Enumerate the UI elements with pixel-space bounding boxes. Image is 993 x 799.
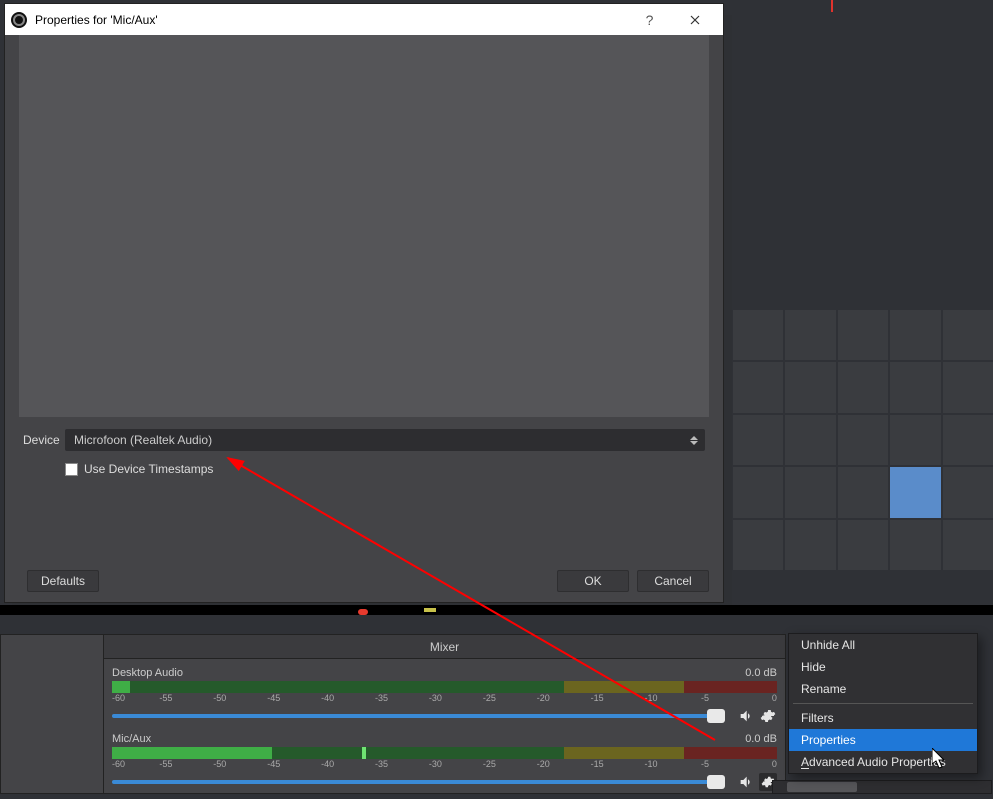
source-preview-area [19, 35, 709, 417]
channel-level: 0.0 dB [745, 733, 777, 745]
mixer-panel-title: Mixer [104, 635, 785, 659]
volume-slider[interactable] [112, 780, 725, 784]
cancel-button[interactable]: Cancel [637, 570, 709, 592]
device-select-value: Microfoon (Realtek Audio) [74, 433, 212, 447]
use-timestamps-checkbox[interactable] [65, 463, 78, 476]
device-select[interactable]: Microfoon (Realtek Audio) [65, 429, 705, 451]
ok-button[interactable]: OK [557, 570, 629, 592]
channel-context-menu: Unhide All Hide Rename Filters Propertie… [788, 633, 978, 774]
channel-name: Desktop Audio [112, 667, 183, 679]
background-thumbnail-grid [733, 310, 993, 570]
dialog-titlebar[interactable]: Properties for 'Mic/Aux' ? [5, 4, 723, 35]
timeline-clip-accent [424, 608, 436, 612]
dialog-close-button[interactable] [672, 4, 717, 35]
dialog-help-button[interactable]: ? [627, 4, 672, 35]
speaker-icon[interactable] [737, 773, 755, 791]
meter-ticks: -60-55-50-45-40-35-30-25-20-15-10-50 [112, 759, 777, 771]
volume-slider[interactable] [112, 714, 725, 718]
menu-hide[interactable]: Hide [789, 656, 977, 678]
select-spinner-icon [686, 431, 702, 449]
gear-icon[interactable] [759, 707, 777, 725]
scrollbar-thumb[interactable] [787, 782, 857, 792]
menu-advanced-audio[interactable]: Advanced Audio Properties [789, 751, 977, 773]
channel-meter [112, 747, 777, 759]
slider-thumb[interactable] [707, 709, 725, 723]
timeline-playhead [831, 0, 833, 12]
defaults-button[interactable]: Defaults [27, 570, 99, 592]
mixer-channel: Mic/Aux 0.0 dB -60-55-50-45-40-35-30-25-… [112, 733, 777, 791]
menu-unhide-all[interactable]: Unhide All [789, 634, 977, 656]
channel-level: 0.0 dB [745, 667, 777, 679]
channel-meter [112, 681, 777, 693]
mixer-channel: Desktop Audio 0.0 dB -60-55-50-45-40-35-… [112, 667, 777, 725]
channel-name: Mic/Aux [112, 733, 151, 745]
timeline-strip [0, 605, 993, 615]
menu-separator [793, 703, 973, 704]
dialog-title: Properties for 'Mic/Aux' [35, 13, 627, 27]
menu-filters[interactable]: Filters [789, 707, 977, 729]
menu-properties[interactable]: Properties [789, 729, 977, 751]
panel-placeholder [0, 634, 103, 794]
use-timestamps-label: Use Device Timestamps [84, 462, 213, 476]
menu-rename[interactable]: Rename [789, 678, 977, 700]
speaker-icon[interactable] [737, 707, 755, 725]
horizontal-scrollbar[interactable] [772, 780, 992, 794]
device-label: Device [23, 433, 65, 447]
meter-ticks: -60-55-50-45-40-35-30-25-20-15-10-50 [112, 693, 777, 705]
obs-app-icon [11, 12, 27, 28]
properties-dialog: Properties for 'Mic/Aux' ? Device Microf… [4, 3, 724, 603]
slider-thumb[interactable] [707, 775, 725, 789]
mixer-panel: Mixer Desktop Audio 0.0 dB -60-55-50-45-… [103, 634, 786, 794]
